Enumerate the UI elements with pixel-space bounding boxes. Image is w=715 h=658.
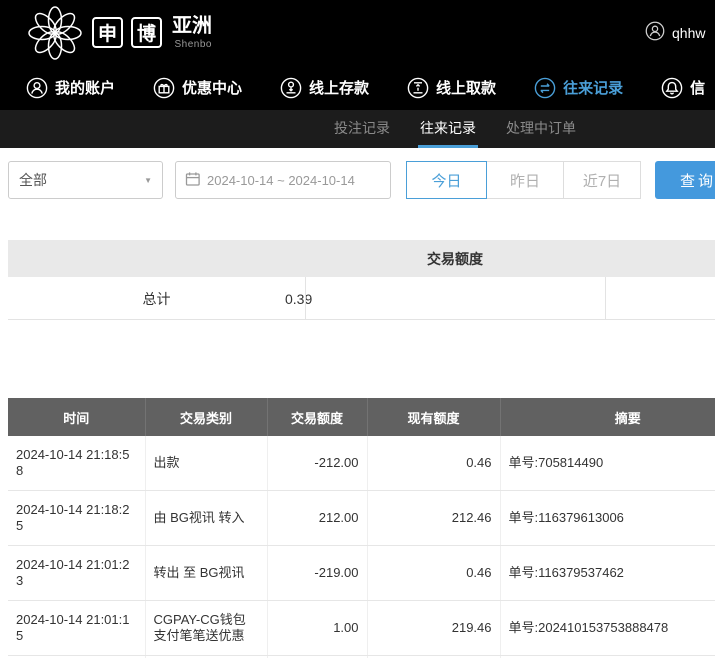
brand-logo[interactable]: 申 博 亚洲 Shenbo — [0, 4, 212, 62]
tab-transaction-records[interactable]: 往来记录 — [418, 110, 478, 148]
transfer-records-icon — [534, 77, 556, 99]
last7days-button[interactable]: 近7日 — [563, 161, 641, 199]
cell-time: 2024-10-14 21:18:58 — [8, 436, 145, 491]
date-range-input[interactable]: 2024-10-14 ~ 2024-10-14 — [175, 161, 391, 199]
filter-bar: 全部 ▼ 2024-10-14 ~ 2024-10-14 今日 昨日 近7日 查… — [0, 148, 715, 199]
record-tabs: 投注记录 往来记录 处理中订单 — [0, 110, 715, 148]
cell-balance: 219.46 — [367, 601, 500, 656]
cell-summary: 单号:116379613006 — [500, 491, 715, 546]
cell-summary: 单号:705814490 — [500, 436, 715, 491]
summary-total-row: 总计 0.39 — [8, 277, 715, 320]
calendar-icon — [185, 171, 200, 190]
nav-label: 线上取款 — [436, 77, 496, 98]
table-header-row: 时间 交易类别 交易额度 现有额度 摘要 — [8, 398, 715, 436]
cell-amount: -212.00 — [267, 436, 367, 491]
summary-total-label: 总计 — [8, 277, 305, 320]
type-select-value: 全部 — [19, 170, 47, 190]
nav-item-withdraw[interactable]: 线上取款 — [407, 77, 496, 99]
logo-subtitle: Shenbo — [172, 39, 212, 50]
nav-item-deposit[interactable]: 线上存款 — [280, 77, 369, 99]
cell-time: 2024-10-14 21:01:23 — [8, 546, 145, 601]
cell-balance: 0.46 — [367, 436, 500, 491]
cell-amount: 212.00 — [267, 491, 367, 546]
cell-summary: 单号:116379537462 — [500, 546, 715, 601]
cell-balance: 212.46 — [367, 491, 500, 546]
table-row: 2024-10-14 21:18:25 由 BG视讯 转入 212.00 212… — [8, 491, 715, 546]
chevron-down-icon: ▼ — [144, 176, 152, 185]
cell-time: 2024-10-14 21:01:15 — [8, 601, 145, 656]
date-range-value: 2024-10-14 ~ 2024-10-14 — [207, 173, 355, 188]
logo-char-box-1: 申 — [92, 17, 123, 48]
type-select[interactable]: 全部 ▼ — [8, 161, 163, 199]
cell-type: 出款 — [145, 436, 267, 491]
tab-label: 往来记录 — [420, 118, 476, 138]
account-menu[interactable]: qhhw — [645, 0, 705, 65]
table-row: 2024-10-14 21:18:58 出款 -212.00 0.46 单号:7… — [8, 436, 715, 491]
summary-header: 交易额度 — [8, 240, 715, 277]
tab-label: 投注记录 — [334, 118, 390, 138]
transactions-table: 时间 交易类别 交易额度 现有额度 摘要 2024-10-14 21:18:58… — [8, 398, 715, 658]
col-balance: 现有额度 — [367, 398, 500, 436]
username: qhhw — [672, 25, 705, 41]
nav-item-promotions[interactable]: 优惠中心 — [153, 77, 242, 99]
user-icon — [26, 77, 48, 99]
col-amount: 交易额度 — [267, 398, 367, 436]
summary-total-value: 0.39 — [285, 277, 312, 320]
table-row: 2024-10-14 21:01:15 CGPAY-CG钱包支付笔笔送优惠 1.… — [8, 601, 715, 656]
yesterday-button[interactable]: 昨日 — [486, 161, 564, 199]
gift-icon — [153, 77, 175, 99]
cell-time: 2024-10-14 21:18:25 — [8, 491, 145, 546]
tab-processing-orders[interactable]: 处理中订单 — [504, 110, 578, 148]
cell-type: CGPAY-CG钱包支付笔笔送优惠 — [145, 601, 267, 656]
tab-betting-records[interactable]: 投注记录 — [332, 110, 392, 148]
top-header: 申 博 亚洲 Shenbo qhhw — [0, 0, 715, 65]
cell-amount: 1.00 — [267, 601, 367, 656]
summary-header-label: 交易额度 — [427, 249, 483, 269]
logo-region-text: 亚洲 — [172, 15, 212, 37]
main-navigation: 我的账户 优惠中心 线上存款 — [0, 65, 715, 110]
nav-label: 我的账户 — [55, 77, 115, 98]
divider — [305, 277, 306, 320]
nav-item-transaction-records[interactable]: 往来记录 — [534, 77, 623, 99]
summary-table: 交易额度 总计 0.39 — [8, 240, 715, 320]
cell-amount: -219.00 — [267, 546, 367, 601]
withdraw-icon — [407, 77, 429, 99]
cell-type: 由 BG视讯 转入 — [145, 491, 267, 546]
nav-label: 优惠中心 — [182, 77, 242, 98]
nav-label: 信 — [690, 77, 705, 98]
nav-item-my-account[interactable]: 我的账户 — [26, 77, 115, 99]
table-row: 2024-10-14 21:01:23 转出 至 BG视讯 -219.00 0.… — [8, 546, 715, 601]
logo-region-block: 亚洲 Shenbo — [172, 15, 212, 50]
today-button[interactable]: 今日 — [406, 161, 487, 199]
cell-balance: 0.46 — [367, 546, 500, 601]
tab-label: 处理中订单 — [506, 118, 576, 138]
search-button[interactable]: 查询 — [655, 161, 715, 199]
col-time: 时间 — [8, 398, 145, 436]
cell-type: 转出 至 BG视讯 — [145, 546, 267, 601]
col-summary: 摘要 — [500, 398, 715, 436]
nav-label: 往来记录 — [563, 77, 623, 98]
cell-summary: 单号:202410153753888478 — [500, 601, 715, 656]
user-avatar-icon — [645, 21, 665, 44]
page: 申 博 亚洲 Shenbo qhhw — [0, 0, 715, 658]
logo-char-box-2: 博 — [131, 17, 162, 48]
bell-icon — [661, 77, 683, 99]
divider — [605, 277, 606, 320]
lotus-flower-icon — [26, 4, 84, 62]
col-type: 交易类别 — [145, 398, 267, 436]
nav-label: 线上存款 — [309, 77, 369, 98]
nav-item-messages[interactable]: 信 — [661, 77, 705, 99]
quick-date-buttons: 今日 昨日 近7日 — [406, 161, 641, 199]
deposit-icon — [280, 77, 302, 99]
